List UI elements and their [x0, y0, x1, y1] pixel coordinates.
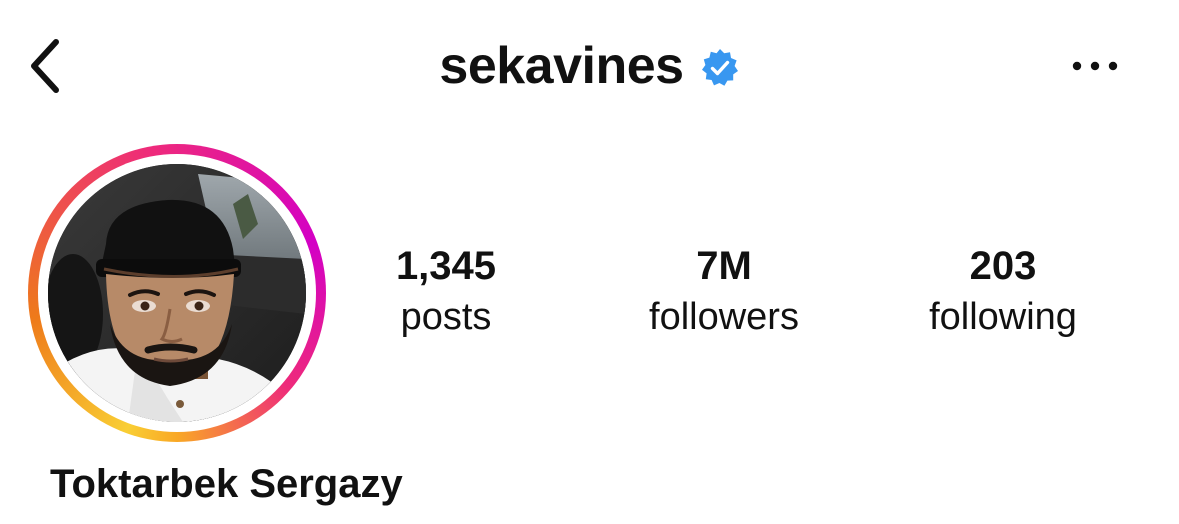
followers-label: followers — [649, 296, 799, 338]
avatar — [48, 164, 306, 422]
posts-count: 1,345 — [395, 244, 497, 288]
verified-badge-icon — [700, 48, 740, 88]
more-options-button[interactable] — [1062, 40, 1128, 92]
following-count: 203 — [969, 244, 1037, 288]
profile-full-name: Toktarbek Sergazy — [50, 462, 403, 506]
title-bar: sekavines — [0, 30, 1179, 102]
ellipsis-icon — [1072, 61, 1118, 71]
username: sekavines — [439, 37, 684, 95]
following-label: following — [929, 296, 1077, 338]
profile-header: sekavines — [0, 0, 1179, 135]
followers-stat[interactable]: 7M followers — [594, 240, 854, 342]
following-stat[interactable]: 203 following — [873, 240, 1133, 342]
followers-count: 7M — [696, 244, 752, 288]
story-ring[interactable] — [28, 144, 326, 442]
posts-stat[interactable]: 1,345 posts — [316, 240, 576, 342]
posts-label: posts — [400, 296, 492, 338]
